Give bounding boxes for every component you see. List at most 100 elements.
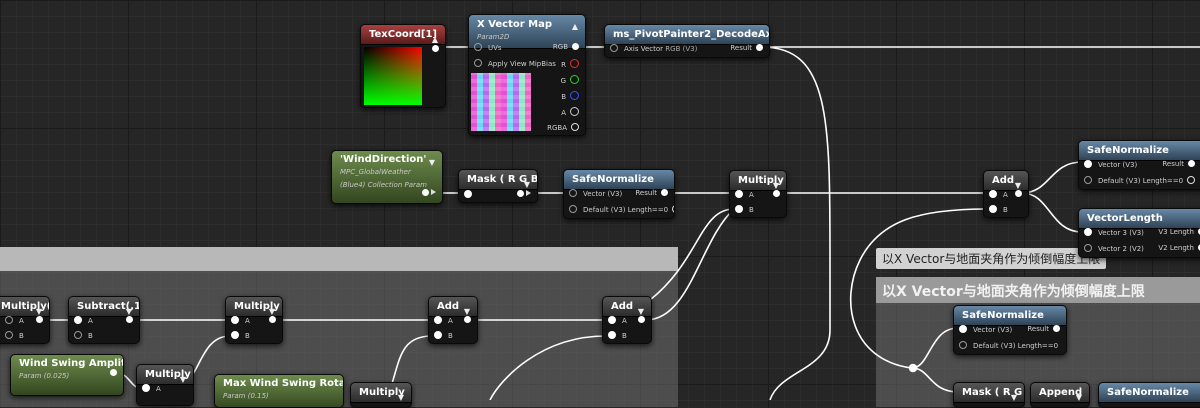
pin-vector[interactable]: Vector (V3) (569, 189, 622, 198)
output-pin-icon[interactable] (570, 75, 579, 84)
pin-default[interactable]: Default (V3) Length==0 (959, 341, 1058, 350)
multiply-2-node[interactable]: Multiply(,2)▼ A B (0, 296, 50, 344)
output-pin-icon[interactable] (661, 189, 668, 196)
collapse-arrow-icon[interactable]: ▲ (572, 20, 578, 33)
pin-a[interactable]: A (735, 190, 754, 199)
collapse-arrow-icon[interactable]: ▼ (1011, 388, 1017, 407)
input-pin-icon[interactable] (959, 325, 967, 333)
add-node[interactable]: Add ▼ A B (983, 170, 1029, 218)
pin-a[interactable]: A (434, 316, 453, 325)
input-pin-icon[interactable] (474, 59, 482, 67)
input-pin-icon[interactable] (569, 189, 577, 197)
input-pin-icon[interactable] (735, 205, 743, 213)
pin-a[interactable]: A (142, 384, 161, 393)
safenormalize-bottom-node[interactable]: SafeNormalize (1098, 382, 1200, 408)
pin-v2-length[interactable]: V2 Length (1158, 244, 1200, 252)
pin-b[interactable]: B (5, 331, 24, 340)
input-pin-icon[interactable] (464, 190, 472, 198)
output-pin-icon[interactable] (773, 190, 780, 197)
pin-a[interactable]: A (989, 190, 1008, 199)
multiply-bottom-node[interactable]: Multiply ▼ (350, 382, 412, 408)
collapse-arrow-icon[interactable]: ▼ (398, 388, 404, 407)
input-pin-icon[interactable] (1084, 160, 1092, 168)
output-pin-icon[interactable] (571, 123, 579, 131)
add-output[interactable] (1011, 190, 1022, 198)
output-pin-icon[interactable] (672, 205, 674, 213)
input-pin-icon[interactable] (74, 316, 82, 324)
subtract-output[interactable] (122, 316, 133, 324)
pin-result[interactable]: Result (1162, 160, 1195, 168)
output-pin-icon[interactable] (570, 91, 579, 100)
output-pin-icon[interactable] (572, 43, 579, 50)
max-wind-swing-rotation-node[interactable]: Max Wind Swing Rotation Param (0.15) (214, 374, 344, 408)
texcoord-output-pin[interactable] (428, 45, 439, 53)
multiply-node[interactable]: Multiply ▼ A B (729, 170, 787, 218)
input-pin-icon[interactable] (142, 384, 150, 392)
pin-v3-length[interactable]: V3 Length (1158, 228, 1200, 236)
pin-a[interactable]: A (608, 316, 627, 325)
safenormalize-right-node[interactable]: SafeNormalize Vector (V3) Default (V3) L… (1078, 140, 1200, 190)
output-pin-icon[interactable] (464, 316, 471, 323)
multiply-mid-node[interactable]: Multiply ▼ A B (225, 296, 283, 344)
pin-r[interactable]: R (561, 59, 579, 69)
wind-swing-amplitude-output[interactable] (106, 369, 117, 377)
output-pin-icon[interactable] (422, 189, 429, 196)
pin-b[interactable]: B (74, 331, 93, 340)
pin-vector[interactable]: Vector (V3) (959, 325, 1012, 334)
mask-rg-node[interactable]: Mask ( R G ) ▼ (953, 382, 1025, 408)
input-pin-icon[interactable] (1084, 228, 1092, 236)
pin-result[interactable]: Result (1027, 325, 1060, 333)
pin-g[interactable]: G (561, 75, 579, 85)
pin-vector3[interactable]: Vector 3 (V3) (1084, 228, 1144, 237)
pivot-decode-node[interactable]: ms_PivotPainter2_DecodeAxisVector Axis V… (604, 24, 770, 58)
pin-result[interactable]: Result (730, 44, 763, 52)
pin-vector2[interactable]: Vector 2 (V2) (1084, 244, 1144, 253)
multiply-2-output[interactable] (32, 316, 43, 324)
output-pin-icon[interactable] (1015, 190, 1022, 197)
input-pin-icon[interactable] (569, 205, 577, 213)
multiply-mid-output[interactable] (265, 316, 276, 324)
pin-apply-view-mipbias[interactable]: Apply View MipBias (474, 59, 556, 68)
input-pin-icon[interactable] (231, 331, 239, 339)
xvectormap-node[interactable]: X Vector Map Param2D ▲ UVs Apply View Mi… (468, 14, 586, 136)
add-mid-output[interactable] (460, 316, 471, 324)
pin-default[interactable]: Default (V3) Length==0 (569, 205, 674, 214)
pin-result[interactable]: Result (635, 189, 668, 197)
output-pin-icon[interactable] (1053, 325, 1060, 332)
pin-a[interactable]: A (561, 107, 579, 117)
pin-a[interactable]: A (231, 316, 250, 325)
input-pin-icon[interactable] (434, 316, 442, 324)
pin-rgb[interactable]: RGB (553, 43, 579, 51)
input-pin-icon[interactable] (5, 316, 13, 324)
output-pin-icon[interactable] (269, 316, 276, 323)
pin-b[interactable]: B (735, 205, 754, 214)
pin-uvs[interactable]: UVs (474, 43, 502, 52)
wind-direction-node[interactable]: 'WindDirection' MPC_GlobalWeather (Blue4… (331, 150, 443, 204)
subtract-node[interactable]: Subtract(,1) ▼ A B (68, 296, 140, 344)
pin-a[interactable]: A (74, 316, 93, 325)
pin-b[interactable]: B (561, 91, 579, 101)
input-pin-icon[interactable] (735, 190, 743, 198)
add-mid2-output[interactable] (634, 316, 645, 324)
input-pin-icon[interactable] (474, 43, 482, 51)
input-pin-icon[interactable] (608, 331, 616, 339)
output-pin-icon[interactable] (570, 107, 579, 116)
pin-vector[interactable]: Vector (V3) (1084, 160, 1137, 169)
safenormalize-node[interactable]: SafeNormalize Vector (V3) Default (V3) L… (563, 169, 675, 219)
output-pin-icon[interactable] (517, 190, 524, 197)
add-mid2-node[interactable]: Add ▼ A B (602, 296, 652, 344)
pin-b[interactable]: B (231, 331, 250, 340)
output-pin-icon[interactable] (110, 369, 117, 376)
input-pin-icon[interactable] (231, 316, 239, 324)
input-pin-icon[interactable] (989, 190, 997, 198)
input-pin-icon[interactable] (5, 331, 13, 339)
input-pin-icon[interactable] (1084, 176, 1092, 184)
wind-swing-amplitude-node[interactable]: Wind Swing Amplitude Param (0.025) (10, 354, 124, 396)
input-pin-icon[interactable] (610, 44, 618, 52)
pin-axis-vector[interactable]: Axis Vector RGB (V3) (610, 44, 697, 53)
collapse-arrow-icon[interactable]: ▼ (1076, 388, 1082, 407)
pin-default[interactable]: Default (V3) Length==0 (1084, 176, 1196, 185)
mask-output[interactable] (513, 190, 531, 198)
pin-b[interactable]: B (989, 205, 1008, 214)
input-pin-icon[interactable] (608, 316, 616, 324)
